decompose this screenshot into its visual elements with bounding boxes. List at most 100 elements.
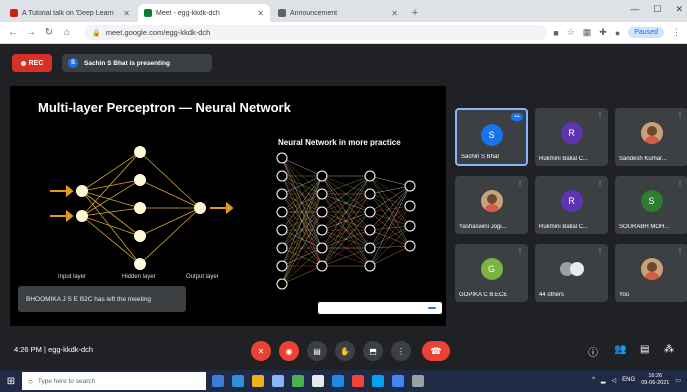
taskbar-app-icon[interactable] <box>372 375 384 387</box>
participant-tile[interactable]: ⋮ Sandesh Kumar... <box>615 108 687 166</box>
tile-options-icon[interactable]: ⋮ <box>676 180 684 188</box>
network-neuron <box>276 152 288 164</box>
raise-hand-button[interactable]: ✋ <box>335 341 355 361</box>
chat-icon[interactable]: ▤ <box>640 344 649 355</box>
network-neuron <box>364 260 376 272</box>
participant-tile[interactable]: ⋮ Yashaswini Jogi... <box>455 176 528 234</box>
back-icon[interactable]: ← <box>6 27 20 38</box>
leave-call-button[interactable]: ☎ <box>422 341 450 361</box>
star-icon[interactable]: ☆ <box>567 27 575 38</box>
network-edge <box>281 229 323 285</box>
new-tab-button[interactable]: + <box>406 4 424 22</box>
meeting-time: 4:26 PM <box>14 345 42 354</box>
participant-name: Rukmini Ballal C... <box>539 156 589 162</box>
clock[interactable]: 16:26 09-06-2021 <box>641 373 669 387</box>
taskbar-search-placeholder: Type here to search <box>37 377 96 385</box>
screen: A Tutorial talk on 'Deep Learn ✕ Meet - … <box>0 0 687 392</box>
mic-off-button[interactable]: ✕ <box>251 341 271 361</box>
participant-tile[interactable]: ⋮ R Rukmini Ballal C... <box>535 176 608 234</box>
profile-avatar-icon[interactable]: ● <box>615 28 620 38</box>
captions-icon: ▤ <box>313 346 321 356</box>
arrowhead <box>66 184 74 198</box>
maximize-icon[interactable]: ☐ <box>653 4 661 15</box>
volume-icon[interactable]: ◁ <box>612 377 617 384</box>
taskbar-app-icon[interactable] <box>352 375 364 387</box>
more-options-button[interactable]: ⋮ <box>391 341 411 361</box>
camera-icon[interactable]: ■ <box>553 28 558 38</box>
language-indicator[interactable]: ENG <box>622 377 635 383</box>
participant-tile[interactable]: ⋮ S SOURABH MOH... <box>615 176 687 234</box>
network-neuron <box>316 242 328 254</box>
taskbar-app-icon[interactable] <box>252 375 264 387</box>
present-button[interactable]: ⬒ <box>363 341 383 361</box>
tile-options-icon[interactable]: ⋮ <box>596 248 604 256</box>
participant-tile[interactable]: ••• S Sachin S Bhat <box>455 108 528 166</box>
network-icon[interactable]: ▂ <box>601 377 606 384</box>
taskbar-search[interactable]: ○ Type here to search <box>22 372 206 390</box>
participant-tile[interactable]: ⋮ You <box>615 244 687 302</box>
minimize-icon[interactable]: — <box>630 4 639 15</box>
participant-tile[interactable]: ⋮ G GOPIKA C B.ECE <box>455 244 528 302</box>
tile-options-icon[interactable]: ⋮ <box>516 180 524 188</box>
participant-avatar <box>480 190 503 212</box>
taskbar-app-icon[interactable] <box>212 375 224 387</box>
puzzle-icon[interactable]: ✚ <box>599 27 607 38</box>
taskbar-app-icon[interactable] <box>312 375 324 387</box>
more-menu-icon[interactable]: ⋮ <box>672 27 681 38</box>
home-icon[interactable]: ⌂ <box>60 27 74 38</box>
mlp-edge <box>139 179 201 209</box>
profile-paused-badge[interactable]: Paused <box>628 27 664 38</box>
network-edge <box>369 245 411 267</box>
mlp-edge <box>139 207 201 265</box>
close-window-icon[interactable]: ✕ <box>675 4 683 15</box>
participant-avatar: R <box>560 122 583 144</box>
mlp-neuron <box>194 202 206 214</box>
browser-tab-3[interactable]: Announcement ✕ <box>272 4 404 22</box>
tile-options-icon[interactable]: ⋮ <box>676 112 684 120</box>
browser-tab-1[interactable]: A Tutorial talk on 'Deep Learn ✕ <box>4 4 136 22</box>
search-icon: ○ <box>28 376 33 386</box>
reload-icon[interactable]: ↻ <box>42 27 56 38</box>
network-neuron <box>316 224 328 236</box>
windows-start-icon[interactable]: ⊞ <box>0 370 22 392</box>
extensions-icon[interactable]: ▦ <box>583 27 592 38</box>
network-neuron <box>276 206 288 218</box>
stop-sharing-button[interactable] <box>428 307 436 309</box>
tile-options-icon[interactable]: ⋮ <box>676 248 684 256</box>
taskbar-app-icon[interactable] <box>392 375 404 387</box>
tab-title: Announcement <box>290 9 338 17</box>
participant-name: Yashaswini Jogi... <box>459 224 507 230</box>
captions-button[interactable]: ▤ <box>307 341 327 361</box>
tile-options-icon[interactable]: ⋮ <box>596 180 604 188</box>
camera-off-icon: ◉ <box>285 346 293 356</box>
arrowhead <box>66 209 74 223</box>
browser-tab-meet[interactable]: Meet - egg-kkdk-dch ✕ <box>138 4 270 22</box>
address-bar[interactable]: 🔒 meet.google.com/egg-kkdk-dch <box>84 25 548 40</box>
participant-avatar: S <box>640 190 663 212</box>
camera-off-button[interactable]: ◉ <box>279 341 299 361</box>
network-neuron <box>364 188 376 200</box>
chevron-up-icon[interactable]: ^ <box>592 377 595 383</box>
close-tab-icon[interactable]: ✕ <box>257 9 264 18</box>
network-neuron <box>364 206 376 218</box>
taskbar-app-icon[interactable] <box>232 375 244 387</box>
tile-options-icon[interactable]: ⋮ <box>596 112 604 120</box>
taskbar-app-icon[interactable] <box>292 375 304 387</box>
tile-options-icon[interactable]: ⋮ <box>516 248 524 256</box>
participant-name: 44 others <box>539 292 565 298</box>
close-tab-icon[interactable]: ✕ <box>391 9 398 18</box>
notifications-icon[interactable]: ▭ <box>675 377 681 384</box>
people-icon[interactable]: 👥 <box>614 344 626 355</box>
participant-tile[interactable]: ⋮ 44 others <box>535 244 608 302</box>
network-neuron <box>276 278 288 290</box>
meeting-info-icon[interactable]: ⓘ <box>588 344 598 359</box>
taskbar-app-icon[interactable] <box>272 375 284 387</box>
taskbar-app-icon[interactable] <box>412 375 424 387</box>
activities-icon[interactable]: ⁂ <box>664 344 674 355</box>
forward-icon[interactable]: → <box>24 27 38 38</box>
taskbar-app-icon[interactable] <box>332 375 344 387</box>
network-neuron <box>316 170 328 182</box>
taskbar-apps <box>212 375 424 387</box>
participant-tile[interactable]: ⋮ R Rukmini Ballal C... <box>535 108 608 166</box>
close-tab-icon[interactable]: ✕ <box>123 9 130 18</box>
